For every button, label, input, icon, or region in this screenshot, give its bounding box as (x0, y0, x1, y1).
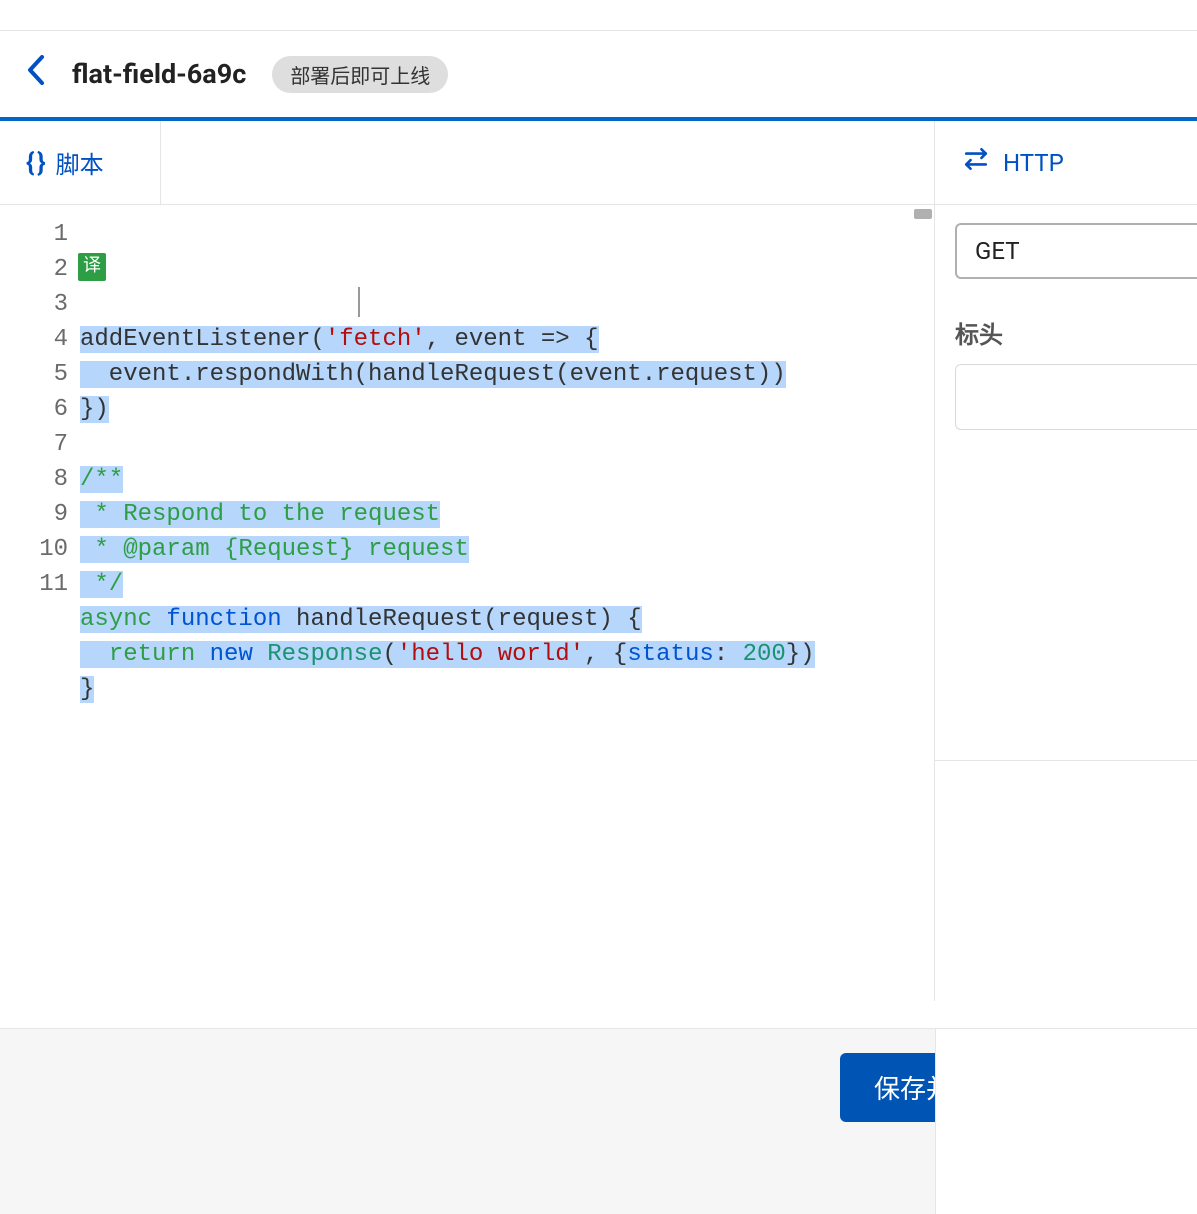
main-area: { } 脚本 1234567891011 译 addEventListener(… (0, 117, 1197, 1001)
headers-label: 标头 (955, 315, 1197, 350)
line-number: 3 (0, 287, 68, 322)
line-number: 4 (0, 322, 68, 357)
line-number: 6 (0, 392, 68, 427)
code-editor[interactable]: 1234567891011 译 addEventListener('fetch'… (0, 205, 934, 1001)
http-method-select[interactable]: GET (955, 223, 1197, 279)
status-badge: 部署后即可上线 (272, 56, 448, 93)
line-number: 5 (0, 357, 68, 392)
tab-http[interactable]: HTTP (935, 121, 1197, 205)
tab-script[interactable]: { } 脚本 (0, 145, 104, 180)
http-pane: HTTP GET 标头 (935, 121, 1197, 1001)
http-body: GET 标头 (935, 205, 1197, 430)
http-method-value: GET (975, 237, 1020, 265)
back-chevron-icon[interactable] (26, 55, 46, 93)
tab-script-label: 脚本 (56, 145, 104, 180)
text-cursor (358, 287, 360, 317)
footer-right-blank (935, 1029, 1197, 1214)
tab-strip: { } 脚本 (0, 121, 934, 205)
code-line[interactable]: event.respondWith(handleRequest(event.re… (80, 357, 934, 392)
worker-name: flat-field-6a9c (72, 58, 246, 90)
editor-pane: { } 脚本 1234567891011 译 addEventListener(… (0, 121, 935, 1001)
logo-fragment (0, 0, 1197, 8)
header-row: flat-field-6a9c 部署后即可上线 (0, 31, 1197, 117)
code-line[interactable]: addEventListener('fetch', event => { (80, 322, 934, 357)
code-line[interactable]: * Respond to the request (80, 497, 934, 532)
code-line[interactable]: */ (80, 567, 934, 602)
blank-top-panel (160, 121, 934, 205)
line-number: 2 (0, 252, 68, 287)
code-line[interactable] (80, 427, 934, 462)
line-gutter: 1234567891011 (0, 217, 80, 1001)
line-number: 7 (0, 427, 68, 462)
line-number: 11 (0, 567, 68, 602)
code-line[interactable]: * @param {Request} request (80, 532, 934, 567)
code-line[interactable]: async function handleRequest(request) { (80, 602, 934, 637)
code-line[interactable]: /** (80, 462, 934, 497)
line-number: 1 (0, 217, 68, 252)
scrollbar-thumb[interactable] (914, 209, 932, 219)
swap-icon (963, 146, 989, 179)
footer-bar: 保存并部署 (0, 1028, 1197, 1214)
code-line[interactable]: return new Response('hello world', {stat… (80, 637, 934, 672)
http-lower-panel (935, 760, 1197, 1001)
code-line[interactable]: }) (80, 392, 934, 427)
line-number: 8 (0, 462, 68, 497)
code-line[interactable]: } (80, 672, 934, 707)
tab-http-label: HTTP (1003, 149, 1064, 177)
line-number: 9 (0, 497, 68, 532)
code-content[interactable]: addEventListener('fetch', event => { eve… (80, 217, 934, 1001)
line-number: 10 (0, 532, 68, 567)
braces-icon: { } (26, 148, 44, 178)
headers-input[interactable] (955, 364, 1197, 430)
